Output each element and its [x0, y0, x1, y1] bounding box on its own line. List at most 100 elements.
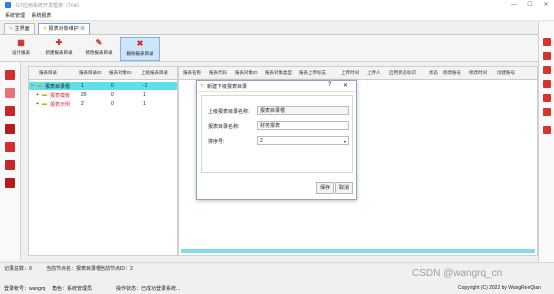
directory-name-field[interactable]: 财务报表 — [257, 121, 349, 130]
directory-name-label: 报表目录名称: — [208, 124, 240, 130]
new-directory-button[interactable]: ✚ 新建报表目录 — [40, 37, 78, 59]
expand-icon[interactable]: + — [36, 101, 39, 107]
column-header[interactable]: 上传人 — [367, 70, 381, 76]
delete-icon[interactable] — [5, 106, 15, 116]
directory-id: 2 — [81, 101, 84, 107]
tree-icon[interactable] — [5, 124, 15, 134]
current-node-name: 当前节点名：报表目录根 — [46, 266, 102, 272]
sort-order-label: 排序号: — [208, 139, 225, 145]
directory-name: 报表模板 — [50, 93, 71, 99]
left-sidebar — [0, 62, 21, 260]
save-button[interactable]: 保存 — [316, 182, 334, 194]
current-node-id: 当前节点ID：2 — [100, 266, 133, 272]
object-id: 0 — [111, 83, 114, 89]
maximize-button[interactable]: ☐ — [522, 0, 538, 10]
menu-system-management[interactable]: 系统管理 — [5, 12, 25, 19]
users-icon[interactable] — [543, 94, 551, 102]
horizontal-scrollbar[interactable] — [181, 249, 535, 253]
copyright: Copyright (C) 2022 by WangRenQian — [458, 285, 541, 291]
key-icon[interactable] — [543, 108, 551, 116]
directory-name: 报表目录根 — [45, 84, 71, 90]
tab-close-icon[interactable]: ⊗ — [80, 26, 85, 32]
collapse-icon[interactable]: − — [31, 83, 34, 89]
button-label: 设计报表 — [12, 50, 30, 55]
column-header[interactable]: 报表对象类型 — [265, 70, 292, 76]
column-header[interactable]: 状态 — [429, 70, 438, 76]
report-design-icon: ▦ — [17, 38, 25, 47]
parent-name-field: 报表目录根 — [257, 106, 349, 115]
tab-main[interactable]: ✎ 主界面 — [4, 23, 35, 34]
edit-icon[interactable] — [543, 52, 551, 60]
column-header[interactable]: 报表对象ID — [235, 70, 258, 76]
app-icon — [5, 2, 11, 8]
plus-icon: ✚ — [55, 38, 63, 47]
column-header[interactable]: 创建账号 — [497, 70, 515, 76]
tab-label: 报表对象维护 — [48, 26, 79, 32]
column-header[interactable]: 上传时间 — [341, 70, 359, 76]
parent-name-label: 上级报表目录名称: — [208, 109, 250, 115]
button-label: 新建报表目录 — [45, 50, 73, 55]
object-id: 0 — [111, 92, 114, 98]
column-header[interactable]: 报表对象ID — [109, 70, 132, 76]
parent-id: 1 — [143, 92, 146, 98]
add-icon[interactable] — [543, 38, 551, 46]
dialog-title-bar: ✎ 新建下级报表目录 ? ✕ — [197, 81, 356, 92]
sort-order-value: 2 — [260, 138, 263, 144]
menu-system-reports[interactable]: 系统报表 — [31, 12, 51, 19]
menu-bar: 系统管理 系统报表 — [0, 10, 554, 21]
hierarchy-icon[interactable] — [5, 178, 15, 188]
expand-icon[interactable]: + — [36, 92, 39, 98]
tab-bar: ✎ 主界面 ✎ 报表对象维护 ⊗ — [0, 21, 554, 35]
sort-order-stepper[interactable]: 2 ▾ — [257, 136, 349, 145]
folder-icon: ▬ — [37, 83, 42, 89]
footer: 登录帐号：wangrq 角色：系统管理员 操作状态：已成功登录系统... Cop… — [0, 280, 554, 294]
column-header[interactable]: 修改时间 — [469, 70, 487, 76]
dialog-icon: ✎ — [200, 83, 205, 89]
column-header[interactable]: 报表目录 — [39, 70, 57, 76]
lock-icon[interactable] — [543, 66, 551, 74]
grid-header: 报表名称 报表代码 报表对象ID 报表对象类型 报表上传标志 上传时间 上传人 … — [179, 67, 537, 80]
delete-icon: ✖ — [136, 39, 144, 48]
right-sidebar — [538, 22, 554, 262]
directory-id: 20 — [81, 92, 87, 98]
folder-icon: ▬ — [42, 101, 47, 107]
folder-icon: ▬ — [42, 92, 47, 98]
edit-icon: ✎ — [95, 38, 103, 47]
edit-icon[interactable] — [5, 88, 15, 98]
column-header[interactable]: 报表目录ID — [79, 70, 102, 76]
column-header[interactable]: 报表代码 — [209, 70, 227, 76]
design-report-button[interactable]: ▦ 设计报表 — [4, 37, 38, 59]
user-icon[interactable] — [543, 80, 551, 88]
operation-status: 操作状态：已成功登录系统... — [116, 286, 181, 292]
parent-id: -1 — [143, 83, 148, 89]
close-button[interactable]: ✕ — [538, 0, 554, 10]
stepper-arrows-icon[interactable]: ▾ — [344, 137, 346, 146]
minimize-button[interactable]: — — [506, 0, 522, 10]
help-button[interactable]: ? — [328, 82, 331, 88]
tab-report-object[interactable]: ✎ 报表对象维护 ⊗ — [38, 23, 91, 34]
button-label: 修改报表目录 — [85, 50, 113, 55]
object-id: 0 — [111, 101, 114, 107]
column-header[interactable]: 报表名称 — [183, 70, 201, 76]
dialog-close-button[interactable]: ✕ — [343, 82, 348, 89]
user-role: 角色：系统管理员 — [52, 286, 93, 292]
directory-tree: 报表目录 报表目录ID 报表对象ID 上级报表目录 − ▬ 报表目录根 1 0 … — [28, 66, 178, 256]
delete-directory-button[interactable]: ✖ 删除报表目录 — [120, 37, 160, 61]
cancel-button[interactable]: 取消 — [335, 182, 353, 194]
column-header[interactable]: 上级报表目录 — [141, 70, 168, 76]
tree-row[interactable]: + ▬ 报表模板 20 0 1 — [29, 91, 177, 99]
bank-icon[interactable] — [5, 160, 15, 170]
column-header[interactable]: 修改账号 — [443, 70, 461, 76]
parent-id: 1 — [143, 101, 146, 107]
home-icon[interactable] — [543, 126, 551, 134]
tree-row[interactable]: − ▬ 报表目录根 1 0 -1 — [29, 82, 177, 90]
column-header[interactable]: 启用状态标识 — [389, 70, 416, 76]
add-icon[interactable] — [5, 70, 15, 80]
watermark: CSDN @wangrq_cn — [412, 268, 503, 279]
dialog-title: 新建下级报表目录 — [207, 84, 248, 90]
dialog-form: 上级报表目录名称: 报表目录根 报表目录名称: 财务报表 排序号: 2 ▾ — [201, 95, 353, 173]
upload-icon[interactable] — [5, 142, 15, 152]
column-header[interactable]: 报表上传标志 — [299, 70, 326, 76]
edit-directory-button[interactable]: ✎ 修改报表目录 — [80, 37, 118, 59]
tree-row[interactable]: + ▬ 报表示例 2 0 1 — [29, 100, 177, 108]
